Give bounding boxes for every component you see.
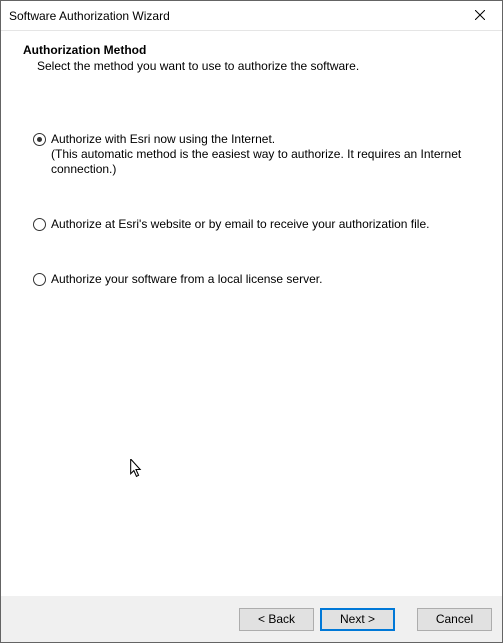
window-title: Software Authorization Wizard xyxy=(1,9,457,23)
wizard-content: Authorize with Esri now using the Intern… xyxy=(1,86,502,595)
close-icon xyxy=(475,9,485,23)
option-local-server-text: Authorize your software from a local lic… xyxy=(51,272,322,287)
wizard-header: Authorization Method Select the method y… xyxy=(1,31,502,85)
option-website-email-text: Authorize at Esri's website or by email … xyxy=(51,217,429,232)
option-internet-label: Authorize with Esri now using the Intern… xyxy=(51,132,275,146)
option-website-email[interactable]: Authorize at Esri's website or by email … xyxy=(33,217,482,232)
option-website-email-label: Authorize at Esri's website or by email … xyxy=(51,217,429,231)
close-button[interactable] xyxy=(457,1,502,30)
wizard-window: Software Authorization Wizard Authorizat… xyxy=(0,0,503,643)
next-button[interactable]: Next > xyxy=(320,608,395,631)
back-button[interactable]: < Back xyxy=(239,608,314,631)
titlebar: Software Authorization Wizard xyxy=(1,1,502,31)
wizard-footer: < Back Next > Cancel xyxy=(1,596,502,642)
option-local-server-label: Authorize your software from a local lic… xyxy=(51,272,322,286)
option-internet-sub: (This automatic method is the easiest wa… xyxy=(51,147,482,177)
option-internet-text: Authorize with Esri now using the Intern… xyxy=(51,132,482,177)
cancel-button[interactable]: Cancel xyxy=(417,608,492,631)
option-internet[interactable]: Authorize with Esri now using the Intern… xyxy=(33,132,482,177)
cursor-icon xyxy=(129,459,145,482)
radio-website-email[interactable] xyxy=(33,218,46,231)
radio-internet[interactable] xyxy=(33,133,46,146)
header-heading: Authorization Method xyxy=(23,43,482,57)
option-local-server[interactable]: Authorize your software from a local lic… xyxy=(33,272,482,287)
radio-local-server[interactable] xyxy=(33,273,46,286)
header-subheading: Select the method you want to use to aut… xyxy=(37,59,482,73)
